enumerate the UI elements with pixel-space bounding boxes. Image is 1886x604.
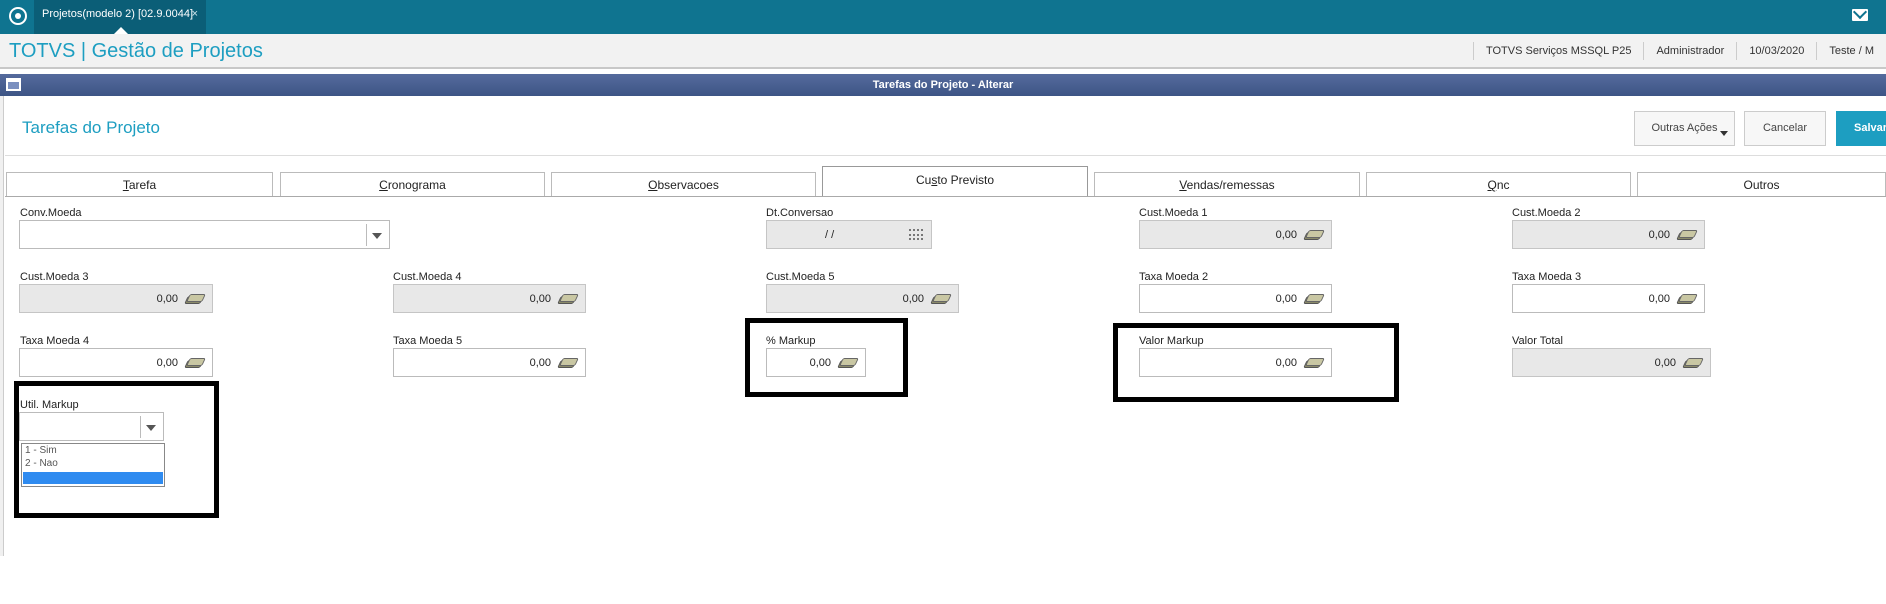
dt-conversao-field[interactable]: / /	[766, 220, 932, 249]
user-label: Administrador	[1643, 41, 1736, 60]
left-border	[0, 96, 4, 556]
valor-total-field[interactable]: 0,00	[1512, 348, 1711, 377]
conv-moeda-select[interactable]	[19, 220, 390, 249]
util-markup-highlight-box	[14, 381, 219, 518]
tab-custo-previsto[interactable]: Custo Previsto	[822, 166, 1088, 197]
taxa-moeda2-value: 0,00	[1275, 293, 1297, 305]
window-icon	[6, 78, 21, 91]
money-icon[interactable]	[1303, 294, 1325, 304]
valor-total-value: 0,00	[1654, 357, 1676, 369]
session-info: TOTVS Serviços MSSQL P25 Administrador 1…	[1472, 34, 1886, 67]
other-actions-label: Outras Ações	[1651, 122, 1718, 134]
cust-moeda5-label: Cust.Moeda 5	[766, 271, 835, 283]
dt-conversao-label: Dt.Conversao	[766, 207, 834, 219]
date-label: 10/03/2020	[1736, 41, 1816, 60]
taxa-moeda4-field[interactable]: 0,00	[19, 348, 213, 377]
taxa-moeda3-field[interactable]: 0,00	[1512, 284, 1705, 313]
money-icon[interactable]	[1676, 294, 1698, 304]
tab-qnc[interactable]: Qnc	[1366, 172, 1631, 196]
cust-moeda2-label: Cust.Moeda 2	[1512, 207, 1581, 219]
tab-observacoes[interactable]: Observacoes	[551, 172, 816, 196]
window-title-bar: Tarefas do Projeto - Alterar	[0, 74, 1886, 96]
top-app-bar: Projetos(modelo 2) [02.9.0044] ×	[0, 0, 1886, 34]
cust-moeda5-field[interactable]: 0,00	[766, 284, 959, 313]
page-title: Tarefas do Projeto	[22, 118, 160, 137]
environment-label: TOTVS Serviços MSSQL P25	[1472, 41, 1644, 60]
cust-moeda1-field[interactable]: 0,00	[1139, 220, 1332, 249]
cust-moeda3-field[interactable]: 0,00	[19, 284, 213, 313]
dt-conversao-value: / /	[825, 229, 835, 241]
select-separator	[366, 224, 367, 246]
tab-vendas-remessas[interactable]: Vendas/remessas	[1094, 172, 1360, 196]
mail-icon[interactable]	[1852, 9, 1868, 21]
taxa-moeda3-value: 0,00	[1648, 293, 1670, 305]
open-program-tab-label: Projetos(modelo 2) [02.9.0044]	[42, 8, 194, 20]
title-divider	[5, 155, 1886, 156]
valor-total-label: Valor Total	[1512, 335, 1563, 347]
taxa-moeda5-field[interactable]: 0,00	[393, 348, 586, 377]
taxa-moeda4-label: Taxa Moeda 4	[20, 335, 90, 347]
cust-moeda5-value: 0,00	[902, 293, 924, 305]
taxa-moeda3-label: Taxa Moeda 3	[1512, 271, 1582, 283]
save-button[interactable]: Salvar	[1836, 111, 1886, 146]
money-icon[interactable]	[557, 294, 579, 304]
conv-moeda-label: Conv.Moeda	[20, 207, 82, 219]
cust-moeda1-value: 0,00	[1275, 229, 1297, 241]
money-icon[interactable]	[1303, 230, 1325, 240]
taxa-moeda4-value: 0,00	[156, 357, 178, 369]
cancel-button[interactable]: Cancelar	[1744, 111, 1826, 146]
cust-moeda3-label: Cust.Moeda 3	[20, 271, 89, 283]
chevron-down-icon	[1720, 131, 1728, 136]
tab-baseline	[5, 196, 1886, 197]
markup-pct-highlight-box	[745, 318, 908, 397]
totvs-logo-icon[interactable]	[9, 7, 27, 25]
valor-markup-highlight-box	[1113, 323, 1399, 402]
money-icon[interactable]	[1676, 230, 1698, 240]
close-tab-icon[interactable]: ×	[192, 0, 198, 28]
cust-moeda2-field[interactable]: 0,00	[1512, 220, 1705, 249]
money-icon[interactable]	[557, 358, 579, 368]
app-header: TOTVS | Gestão de Projetos TOTVS Serviço…	[0, 34, 1886, 69]
tab-outros[interactable]: Outros	[1637, 172, 1886, 196]
calendar-icon[interactable]	[909, 229, 923, 241]
taxa-moeda5-value: 0,00	[529, 357, 551, 369]
window-title: Tarefas do Projeto - Alterar	[872, 79, 1014, 91]
cust-moeda4-label: Cust.Moeda 4	[393, 271, 462, 283]
cust-moeda4-value: 0,00	[529, 293, 551, 305]
money-icon[interactable]	[1682, 358, 1704, 368]
cust-moeda3-value: 0,00	[156, 293, 178, 305]
app-title: TOTVS | Gestão de Projetos	[9, 40, 263, 62]
cust-moeda2-value: 0,00	[1648, 229, 1670, 241]
open-program-tab[interactable]: Projetos(modelo 2) [02.9.0044] ×	[34, 0, 206, 34]
money-icon[interactable]	[184, 358, 206, 368]
taxa-moeda2-field[interactable]: 0,00	[1139, 284, 1332, 313]
cust-moeda4-field[interactable]: 0,00	[393, 284, 586, 313]
chevron-down-icon[interactable]	[372, 233, 382, 239]
money-icon[interactable]	[184, 294, 206, 304]
other-actions-button[interactable]: Outras Ações	[1634, 111, 1735, 146]
taxa-moeda5-label: Taxa Moeda 5	[393, 335, 463, 347]
taxa-moeda2-label: Taxa Moeda 2	[1139, 271, 1209, 283]
company-label: Teste / M	[1816, 41, 1886, 60]
tab-tarefa[interactable]: Tarefa	[6, 172, 273, 196]
active-tab-caret-icon	[114, 27, 128, 34]
cust-moeda1-label: Cust.Moeda 1	[1139, 207, 1208, 219]
money-icon[interactable]	[930, 294, 952, 304]
tab-cronograma[interactable]: Cronograma	[280, 172, 545, 196]
